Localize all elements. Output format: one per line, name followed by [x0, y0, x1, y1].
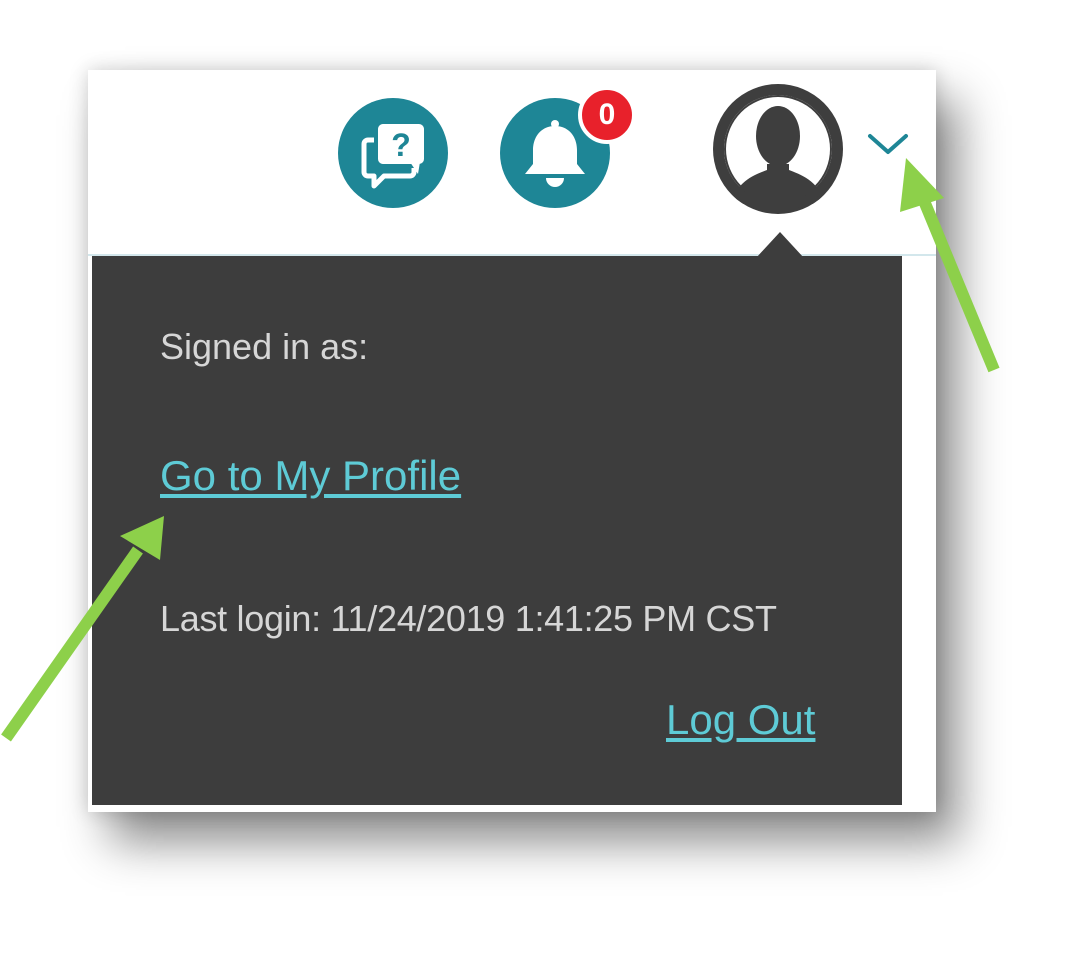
signed-in-label: Signed in as: — [160, 326, 369, 367]
notification-count-badge: 0 — [578, 86, 636, 144]
menu-caret — [756, 232, 804, 258]
logout-link[interactable]: Log Out — [666, 696, 815, 744]
help-button[interactable]: ? — [338, 98, 448, 208]
top-bar: ? 0 — [88, 70, 936, 258]
svg-text:?: ? — [391, 127, 411, 163]
user-menu-dropdown: Signed in as: Go to My Profile Last logi… — [92, 256, 902, 805]
user-avatar[interactable] — [713, 84, 843, 214]
last-login-text: Last login: 11/24/2019 1:41:25 PM CST — [160, 598, 777, 639]
chevron-down-icon[interactable] — [866, 130, 910, 160]
user-silhouette-icon — [716, 87, 840, 211]
screenshot-frame: ? 0 Signed in as: Go to My Profile Last … — [88, 70, 936, 812]
my-profile-link[interactable]: Go to My Profile — [160, 452, 461, 500]
chat-question-icon: ? — [361, 124, 424, 189]
